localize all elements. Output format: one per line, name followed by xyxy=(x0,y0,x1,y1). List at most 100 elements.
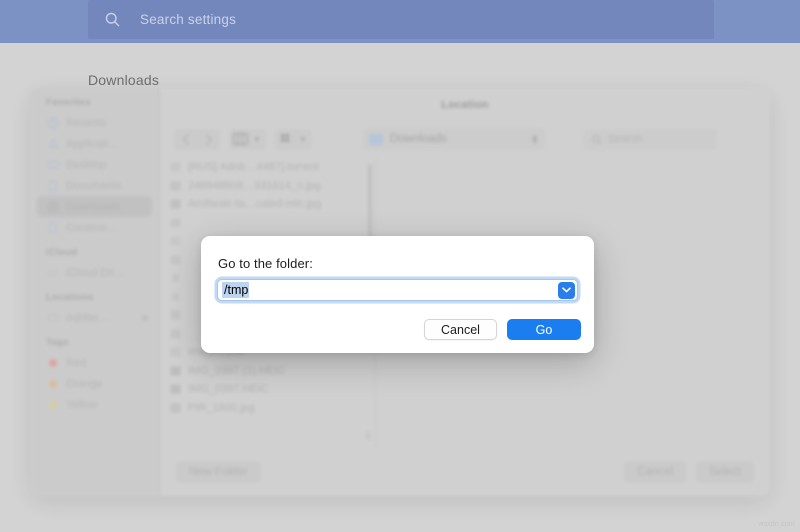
file-icon xyxy=(170,236,181,246)
sidebar-item-label: iCloud Dri… xyxy=(66,266,126,279)
page-title: Downloads xyxy=(88,72,160,88)
file-name: Amfiteatr-ta…caled-min.jpg xyxy=(188,198,322,211)
chevron-down-icon: ▼ xyxy=(298,134,307,144)
dialog-cancel-button[interactable]: Cancel xyxy=(424,319,497,340)
list-item[interactable]: Amfiteatr-ta…caled-min.jpg xyxy=(160,195,375,214)
sidebar-item-downloads[interactable]: Downloads xyxy=(37,196,152,217)
sidebar-item-label: Desktop xyxy=(66,158,107,171)
view-mode-button[interactable]: ▼ xyxy=(229,128,266,150)
sidebar-item-tag-red[interactable]: Red xyxy=(30,352,159,373)
watermark: wsxdn.com xyxy=(758,521,795,528)
list-item[interactable]: IMG_0397.HEIC xyxy=(160,380,375,399)
image-file-icon xyxy=(170,199,181,209)
finder-select-button[interactable]: Select xyxy=(696,461,754,483)
disk-icon xyxy=(47,314,59,321)
list-item[interactable]: IMG_0397 (1).HEIC xyxy=(160,362,375,381)
file-icon xyxy=(170,329,181,339)
sidebar-item-tag-orange[interactable]: Orange xyxy=(30,373,159,394)
location-value: Downloads xyxy=(389,133,447,145)
file-icon xyxy=(170,218,181,228)
sidebar-item-label: Creative… xyxy=(66,221,118,234)
chevron-down-icon xyxy=(562,287,571,293)
back-button[interactable] xyxy=(174,129,197,150)
psd-file-icon xyxy=(170,347,181,357)
dialog-go-button[interactable]: Go xyxy=(507,319,581,340)
group-by-button[interactable]: ▼ xyxy=(274,128,312,150)
tag-color-dot-yellow xyxy=(49,400,57,409)
sidebar-item-desktop[interactable]: Desktop xyxy=(30,154,159,175)
clock-icon xyxy=(47,116,59,129)
column-view-button[interactable] xyxy=(229,129,252,150)
chevron-left-icon xyxy=(182,133,189,145)
file-name: IMG_0397 (1).HEIC xyxy=(188,364,286,377)
screen: Search settings Downloads Favorites Rece… xyxy=(0,0,800,532)
settings-search-field[interactable]: Search settings xyxy=(88,0,714,39)
sidebar-item-applications[interactable]: Applicati… xyxy=(30,133,159,154)
finder-sidebar: Favorites Recents Applicati… Desktop Doc… xyxy=(30,88,160,496)
desktop-icon xyxy=(47,160,59,168)
sidebar-item-label: Adobe… xyxy=(66,311,109,324)
column-view-icon xyxy=(233,133,248,145)
heic-file-icon xyxy=(170,366,181,376)
document-icon xyxy=(48,221,58,234)
finder-search-placeholder: Search xyxy=(607,133,643,145)
eject-icon[interactable]: ⏏ xyxy=(141,313,149,322)
sidebar-item-tag-yellow[interactable]: Yellow xyxy=(30,394,159,415)
folder-path-dropdown-button[interactable] xyxy=(558,281,575,299)
grid-view-icon xyxy=(280,134,289,142)
chevron-down-icon: ▼ xyxy=(253,134,261,144)
folder-path-combobox[interactable]: /tmp xyxy=(217,279,578,301)
file-icon xyxy=(172,292,179,301)
file-name: PIR_1600.jpg xyxy=(188,401,255,414)
heic-file-icon xyxy=(170,384,181,394)
sidebar-group-favorites: Favorites xyxy=(46,97,91,108)
folder-icon xyxy=(368,133,383,145)
dialog-label: Go to the folder: xyxy=(218,256,313,271)
file-name: 248948508…331614_n.jpg xyxy=(188,179,321,192)
dialog-actions: Cancel Go xyxy=(424,319,581,340)
settings-search-placeholder: Search settings xyxy=(140,12,237,27)
folder-path-input[interactable]: /tmp xyxy=(222,282,250,298)
sidebar-item-documents[interactable]: Documents xyxy=(30,175,159,196)
sidebar-item-icloud-drive[interactable]: iCloud Dri… xyxy=(30,262,159,283)
applications-icon xyxy=(48,137,58,148)
sidebar-item-adobe[interactable]: Adobe… ⏏ xyxy=(30,307,159,328)
list-item[interactable] xyxy=(160,214,375,233)
sidebar-item-label: Red xyxy=(66,356,87,369)
location-popup-button[interactable]: Downloads ▲ ▼ xyxy=(362,128,545,150)
cloud-icon xyxy=(47,268,58,276)
sidebar-group-tags: Tags xyxy=(46,337,69,348)
document-icon xyxy=(48,179,58,192)
list-item[interactable]: PIR_1600.jpg xyxy=(160,399,375,418)
finder-search-field[interactable]: Search xyxy=(582,128,717,150)
grid-view-button[interactable] xyxy=(275,129,298,150)
torrent-file-icon xyxy=(170,162,181,172)
finder-toolbar: ▼ ▼ Downloads ▲ ▼ Search xyxy=(160,122,770,156)
sidebar-item-label: Downloads xyxy=(66,200,121,213)
sidebar-group-icloud: iCloud xyxy=(46,247,78,258)
new-folder-button[interactable]: New Folder xyxy=(176,461,261,483)
finder-bottom-bar: New Folder Cancel Select xyxy=(160,448,770,496)
forward-button[interactable] xyxy=(197,129,220,150)
search-icon xyxy=(105,12,120,27)
finder-cancel-button[interactable]: Cancel xyxy=(624,461,687,483)
tag-color-dot-red xyxy=(49,358,57,367)
finder-window-title: Location xyxy=(441,99,489,111)
tag-color-dot-orange xyxy=(49,379,57,388)
downloads-icon xyxy=(47,200,59,213)
sidebar-item-creative[interactable]: Creative… xyxy=(30,217,159,238)
sidebar-item-label: Orange xyxy=(66,377,103,390)
file-icon xyxy=(172,274,179,283)
resize-grip[interactable]: || xyxy=(366,430,371,440)
file-name: [RUS] Adob…4487].torrent xyxy=(188,161,319,174)
image-file-icon xyxy=(170,181,181,191)
go-to-folder-dialog: Go to the folder: /tmp Cancel Go xyxy=(201,236,594,353)
list-item[interactable]: 248948508…331614_n.jpg xyxy=(160,177,375,196)
sidebar-item-label: Documents xyxy=(66,179,122,192)
sidebar-item-label: Applicati… xyxy=(66,137,119,150)
sidebar-item-recents[interactable]: Recents xyxy=(30,112,159,133)
settings-top-bar: Search settings xyxy=(0,0,800,43)
file-icon xyxy=(170,255,181,265)
list-item[interactable]: [RUS] Adob…4487].torrent xyxy=(160,158,375,177)
sidebar-item-label: Yellow xyxy=(66,398,98,411)
